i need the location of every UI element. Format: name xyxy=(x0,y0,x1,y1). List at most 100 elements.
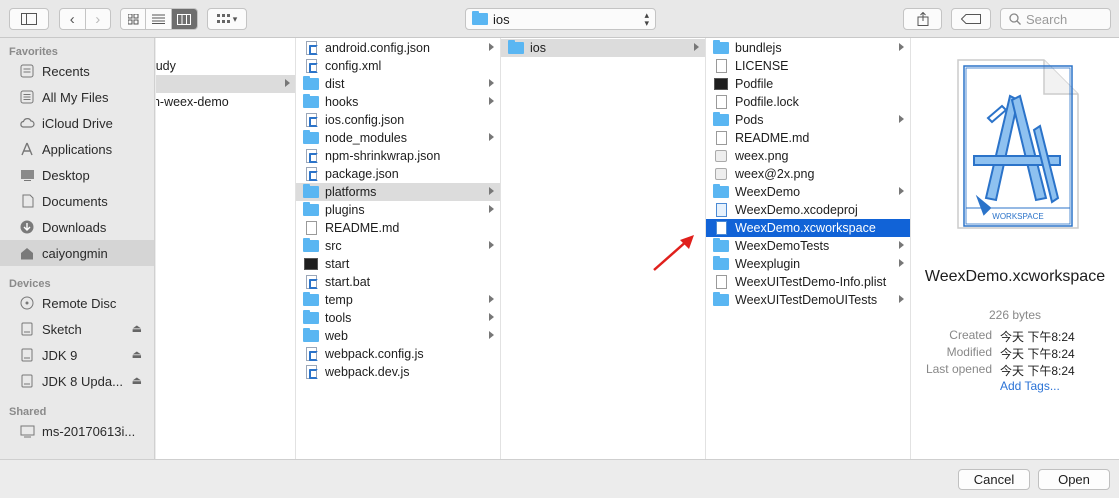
column-2-row[interactable]: webpack.config.js xyxy=(296,345,500,363)
chevron-down-icon: ▾ xyxy=(232,13,238,24)
folder-icon xyxy=(303,184,319,199)
cancel-button[interactable]: Cancel xyxy=(958,469,1030,490)
sidebar-device-item-label: JDK 8 Upda... xyxy=(42,373,123,389)
column-1-row[interactable] xyxy=(156,75,295,93)
column-2-row[interactable]: src xyxy=(296,237,500,255)
column-2-row[interactable]: platforms xyxy=(296,183,500,201)
column-1-row[interactable]: study xyxy=(156,57,295,75)
search-input[interactable] xyxy=(1026,11,1096,27)
column-4-row[interactable]: Weexplugin xyxy=(706,255,910,273)
column-2-row[interactable]: android.config.json xyxy=(296,39,500,57)
column-4-row[interactable]: weex@2x.png xyxy=(706,165,910,183)
column-2-row[interactable]: start.bat xyxy=(296,273,500,291)
folder-icon xyxy=(303,94,319,109)
sidebar-shared-item[interactable]: ms-20170613i... xyxy=(0,418,154,444)
column-4-row-label: WeexUITestDemo-Info.plist xyxy=(735,275,887,289)
column-4-row[interactable]: WeexUITestDemoUITests xyxy=(706,291,910,309)
column-2-row[interactable]: web xyxy=(296,327,500,345)
sidebar-device-item[interactable]: Sketch ⏏ xyxy=(0,316,154,342)
back-forward-control: ‹ › xyxy=(59,8,111,30)
preview-size: 226 bytes xyxy=(988,308,1042,322)
forward-button[interactable]: › xyxy=(86,9,111,29)
column-2-row[interactable]: webpack.dev.js xyxy=(296,363,500,381)
column-3-row[interactable]: ios xyxy=(501,39,705,57)
created-row: Created 今天 下午8:24 xyxy=(911,328,1119,344)
sidebar-favorite-item[interactable]: Desktop xyxy=(0,162,154,188)
open-button[interactable]: Open xyxy=(1038,469,1110,490)
path-popup-button[interactable]: ios ▴ ▾ xyxy=(465,8,656,30)
column-2-row[interactable]: README.md xyxy=(296,219,500,237)
sidebar: Favorites Recents All My Files iCloud Driv… xyxy=(0,38,155,459)
sidebar-favorite-item[interactable]: Applications xyxy=(0,136,154,162)
column-2-row-label: start xyxy=(325,257,350,271)
column-4-row[interactable]: bundlejs xyxy=(706,39,910,57)
drive-icon xyxy=(18,320,36,338)
disclosure-arrow-icon xyxy=(489,43,494,51)
sidebar-shared-item-label: ms-20170613i... xyxy=(42,423,136,439)
column-4-row-label: WeexDemo.xcodeproj xyxy=(735,203,858,217)
column-4-row[interactable]: weex.png xyxy=(706,147,910,165)
column-4-row[interactable]: LICENSE xyxy=(706,57,910,75)
share-button[interactable] xyxy=(903,8,942,30)
folder-icon xyxy=(303,292,319,307)
eject-icon[interactable]: ⏏ xyxy=(132,374,142,387)
column-4-row[interactable]: Podfile.lock xyxy=(706,93,910,111)
sidebar-device-item[interactable]: Remote Disc xyxy=(0,290,154,316)
path-label: ios xyxy=(493,11,510,27)
sidebar-favorite-item[interactable]: caiyongmin xyxy=(0,240,154,266)
eject-icon[interactable]: ⏏ xyxy=(132,322,142,335)
column-2-row[interactable]: config.xml xyxy=(296,57,500,75)
recents-icon xyxy=(18,62,36,80)
column-4-row[interactable]: WeexDemo.xcworkspace xyxy=(706,219,910,237)
sidebar-device-item[interactable]: JDK 9 ⏏ xyxy=(0,342,154,368)
search-field[interactable] xyxy=(1000,8,1111,30)
sidebar-favorite-item-label: Recents xyxy=(42,63,90,79)
sidebar-favorite-item[interactable]: All My Files xyxy=(0,84,154,110)
column-4-row[interactable]: WeexDemo.xcodeproj xyxy=(706,201,910,219)
column-2-row[interactable]: package.json xyxy=(296,165,500,183)
document-icon xyxy=(713,59,729,73)
icon-view-button[interactable] xyxy=(121,9,147,29)
sidebar-icon xyxy=(21,13,37,25)
column-2-row[interactable]: npm-shrinkwrap.json xyxy=(296,147,500,165)
column-4-row[interactable]: Podfile xyxy=(706,75,910,93)
tag-button[interactable] xyxy=(951,8,991,30)
sidebar-device-item[interactable]: JDK 8 Upda... ⏏ xyxy=(0,368,154,394)
column-1-row-label: study xyxy=(156,59,176,73)
column-4-row[interactable]: WeexUITestDemo-Info.plist xyxy=(706,273,910,291)
favorites-list: Recents All My Files iCloud Drive Applicati… xyxy=(0,58,154,266)
back-button[interactable]: ‹ xyxy=(60,9,86,29)
column-2-row[interactable]: start xyxy=(296,255,500,273)
column-2-row[interactable]: ios.config.json xyxy=(296,111,500,129)
sidebar-favorite-item[interactable]: Documents xyxy=(0,188,154,214)
sidebar-favorite-item[interactable]: Recents xyxy=(0,58,154,84)
column-2-row[interactable]: dist xyxy=(296,75,500,93)
column-2-row[interactable]: node_modules xyxy=(296,129,500,147)
column-1-row[interactable]: s xyxy=(156,39,295,57)
arrange-menu-button[interactable]: ▾ xyxy=(207,8,247,30)
sidebar-favorite-item[interactable]: Downloads xyxy=(0,214,154,240)
vscode-file-icon xyxy=(303,149,319,163)
sidebar-favorite-item[interactable]: iCloud Drive xyxy=(0,110,154,136)
eject-icon[interactable]: ⏏ xyxy=(132,348,142,361)
add-tags-link[interactable]: Add Tags... xyxy=(1000,379,1060,393)
view-mode-control xyxy=(120,8,198,30)
column-2-row[interactable]: temp xyxy=(296,291,500,309)
column-4-row-label: bundlejs xyxy=(735,41,782,55)
sidebar-favorite-item-label: All My Files xyxy=(42,89,109,105)
column-4-row[interactable]: README.md xyxy=(706,129,910,147)
column-2-row[interactable]: tools xyxy=(296,309,500,327)
disclosure-arrow-icon xyxy=(489,97,494,105)
column-2-row[interactable]: hooks xyxy=(296,93,500,111)
column-1-row[interactable]: an-weex-demo xyxy=(156,93,295,111)
column-2-row-label: node_modules xyxy=(325,131,408,145)
column-2-row[interactable]: plugins xyxy=(296,201,500,219)
sidebar-toggle-button[interactable] xyxy=(9,8,49,30)
column-4-row-label: WeexDemoTests xyxy=(735,239,830,253)
column-4-row[interactable]: WeexDemo xyxy=(706,183,910,201)
column-4-row[interactable]: WeexDemoTests xyxy=(706,237,910,255)
folder-icon xyxy=(472,11,488,25)
column-view-button[interactable] xyxy=(171,9,197,29)
list-view-button[interactable] xyxy=(146,9,172,29)
column-4-row[interactable]: Pods xyxy=(706,111,910,129)
